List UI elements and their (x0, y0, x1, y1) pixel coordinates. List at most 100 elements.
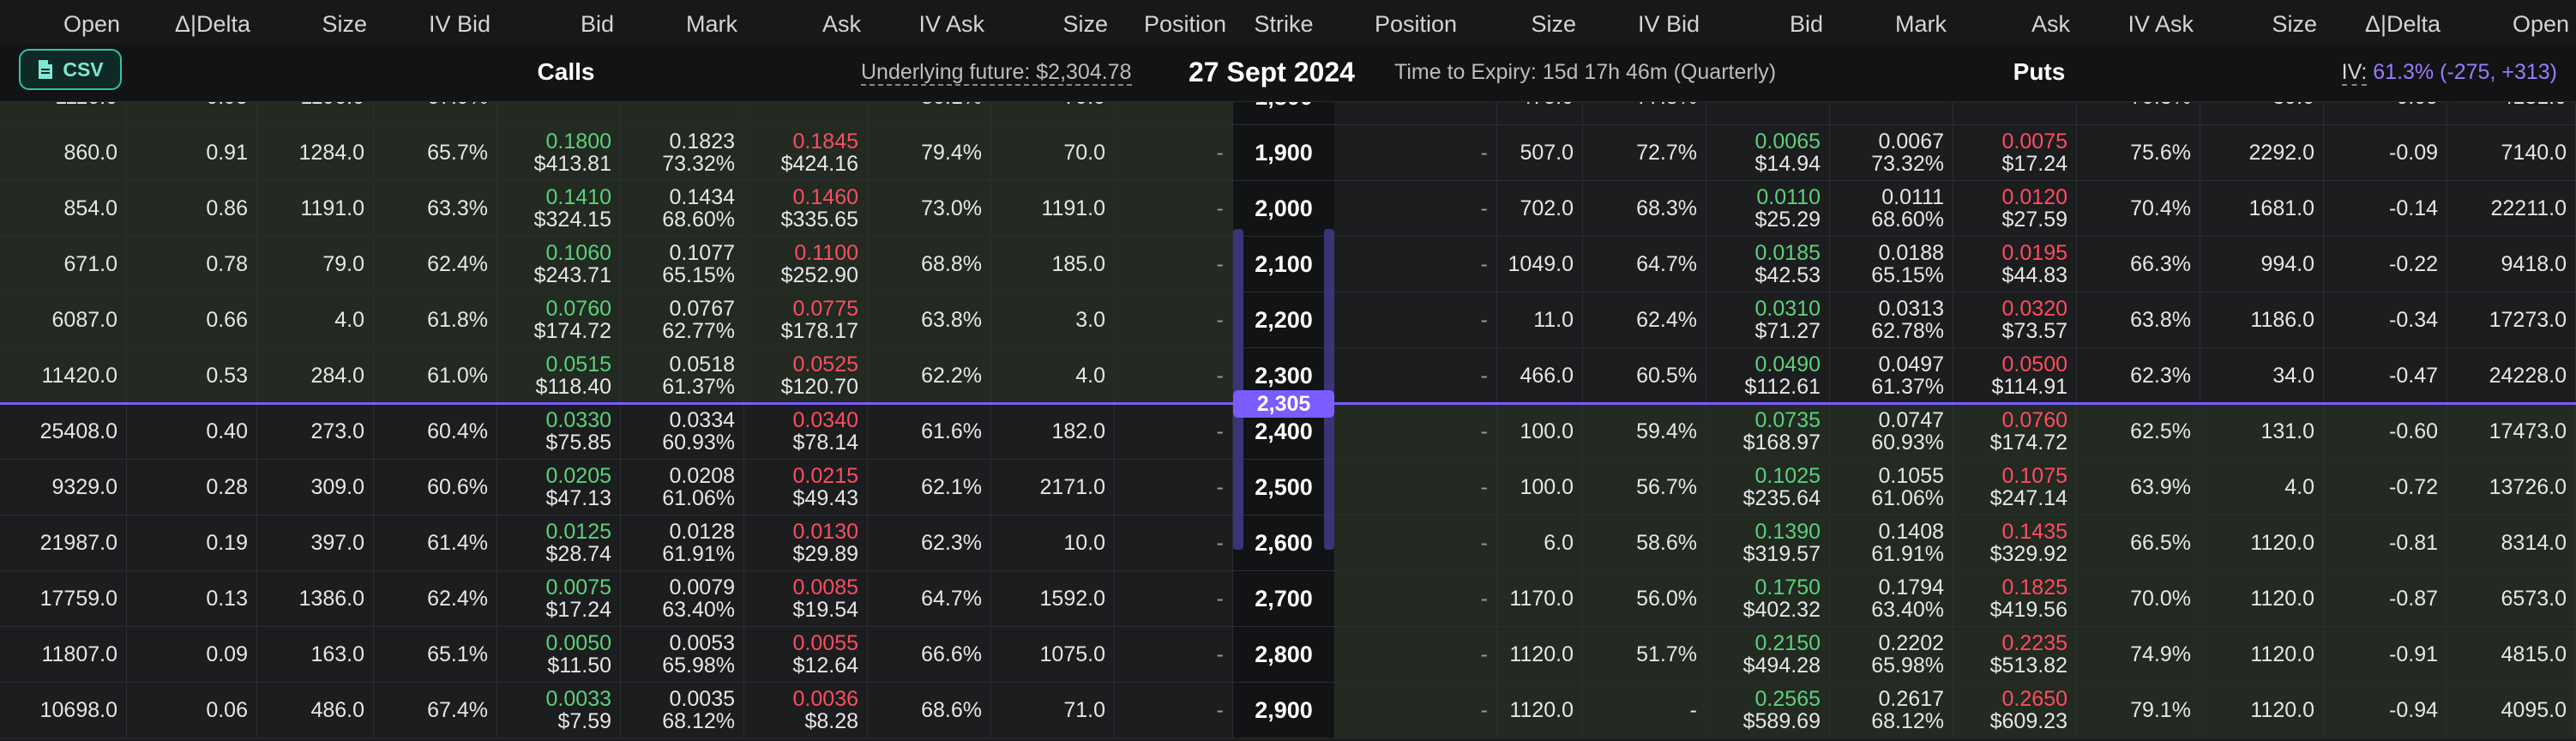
calls-iv-bid-cell: 61.0% (374, 348, 497, 403)
col-bid-calls[interactable]: Bid (497, 0, 621, 45)
table-row[interactable]: 860.0 0.91 1284.0 65.7% 0.1800 $413.81 0.1823 7… (0, 125, 2576, 181)
calls-bid-price: 0.0125 (545, 520, 611, 544)
col-delta-calls[interactable]: Δ|Delta (127, 0, 257, 45)
puts-ask-cell[interactable]: 0.1075 $247.14 (1953, 460, 2077, 515)
calls-ask-cell[interactable]: 0.1845 $424.16 (744, 125, 868, 180)
calls-mark-secondary: 65.15% (662, 263, 735, 287)
calls-bid-cell[interactable]: 0.0125 $28.74 (497, 515, 621, 570)
puts-bid-cell[interactable]: 0.0185 $42.53 (1706, 237, 1830, 292)
calls-ask-cell[interactable]: 0.0525 $120.70 (744, 348, 868, 403)
puts-ask-cell[interactable]: 0.2650 $609.23 (1953, 683, 2077, 738)
calls-ask-secondary: $29.89 (792, 542, 858, 566)
calls-ask-cell[interactable]: 0.1460 $335.65 (744, 181, 868, 236)
puts-bid-cell[interactable]: 0.0110 $25.29 (1706, 181, 1830, 236)
col-mark-puts[interactable]: Mark (1830, 0, 1953, 45)
calls-side: 860.0 0.91 1284.0 65.7% 0.1800 $413.81 0.1823 7… (0, 125, 1233, 180)
iv-summary[interactable]: IV: 61.3% (-275, +313) (2341, 45, 2557, 101)
col-strike[interactable]: Strike (1233, 0, 1334, 45)
table-row[interactable]: 9329.0 0.28 309.0 60.6% 0.0205 $47.13 0.0208 61… (0, 460, 2576, 515)
calls-ask-cell[interactable]: 0.0130 $29.89 (744, 515, 868, 570)
puts-ask-secondary: $419.56 (1989, 598, 2067, 622)
puts-bid-cell[interactable]: 0.1390 $319.57 (1706, 515, 1830, 570)
puts-bid-cell[interactable]: $8.97 (1706, 102, 1830, 124)
underlying-price[interactable]: Underlying future: $2,304.78 (861, 45, 1132, 101)
col-open-puts[interactable]: Open (2447, 0, 2576, 45)
puts-iv-ask-cell: 63.8% (2077, 292, 2200, 347)
calls-position-cell: - (1115, 348, 1233, 403)
col-open-calls[interactable]: Open (0, 0, 127, 45)
col-size-calls[interactable]: Size (257, 0, 374, 45)
calls-size2-cell: 79.0 (991, 102, 1115, 124)
calls-ask-cell[interactable]: 0.0085 $19.54 (744, 571, 868, 626)
puts-ask-cell[interactable]: 0.1435 $329.92 (1953, 515, 2077, 570)
calls-ask-cell[interactable]: 0.0215 $49.43 (744, 460, 868, 515)
puts-bid-cell[interactable]: 0.0735 $168.97 (1706, 404, 1830, 459)
puts-side: -1120.0-0.2565 $589.69 0.2617 68.12% 0.2650 $… (1334, 683, 2576, 738)
calls-ask-cell[interactable]: 0.0775 $178.17 (744, 292, 868, 347)
col-mark-calls[interactable]: Mark (621, 0, 744, 45)
col-position-calls[interactable]: Position (1115, 0, 1233, 45)
puts-ask-cell[interactable]: $9.89 (1953, 102, 2077, 124)
table-row[interactable]: 1110.00.951190.067.9%$508.0778.48%$517.2… (0, 102, 2576, 125)
puts-bid-cell[interactable]: 0.0310 $71.27 (1706, 292, 1830, 347)
puts-ask-cell[interactable]: 0.1825 $419.56 (1953, 571, 2077, 626)
table-row[interactable]: 671.0 0.78 79.0 62.4% 0.1060 $243.71 0.1077 65.… (0, 237, 2576, 292)
table-row[interactable]: 6087.0 0.66 4.0 61.8% 0.0760 $174.72 0.0767 62.… (0, 292, 2576, 348)
puts-ask-cell[interactable]: 0.0320 $73.57 (1953, 292, 2077, 347)
col-ask-calls[interactable]: Ask (744, 0, 868, 45)
calls-bid-cell[interactable]: 0.0050 $11.50 (497, 627, 621, 682)
table-row[interactable]: 21987.0 0.19 397.0 61.4% 0.0125 $28.74 0.0128 6… (0, 515, 2576, 571)
calls-bid-cell[interactable]: 0.0205 $47.13 (497, 460, 621, 515)
puts-ask-cell[interactable]: 0.0500 $114.91 (1953, 348, 2077, 403)
puts-bid-cell[interactable]: 0.1025 $235.64 (1706, 460, 1830, 515)
puts-bid-cell[interactable]: 0.1750 $402.32 (1706, 571, 1830, 626)
puts-bid-cell[interactable]: 0.2150 $494.28 (1706, 627, 1830, 682)
calls-bid-cell[interactable]: 0.0330 $75.85 (497, 404, 621, 459)
puts-ask-cell[interactable]: 0.2235 $513.82 (1953, 627, 2077, 682)
calls-bid-cell[interactable]: 0.0760 $174.72 (497, 292, 621, 347)
calls-bid-cell[interactable]: 0.0033 $7.59 (497, 683, 621, 738)
puts-ask-cell[interactable]: 0.0760 $174.72 (1953, 404, 2077, 459)
table-row[interactable]: 10698.0 0.06 486.0 67.4% 0.0033 $7.59 0.0035 68… (0, 683, 2576, 738)
calls-bid-cell[interactable]: 0.0515 $118.40 (497, 348, 621, 403)
table-row[interactable]: 854.0 0.86 1191.0 63.3% 0.1410 $324.15 0.1434 6… (0, 181, 2576, 237)
table-row[interactable]: 11807.0 0.09 163.0 65.1% 0.0050 $11.50 0.0053 6… (0, 627, 2576, 683)
calls-bid-cell[interactable]: 0.1800 $413.81 (497, 125, 621, 180)
calls-bid-cell[interactable]: 0.0075 $17.24 (497, 571, 621, 626)
puts-bid-cell[interactable]: 0.0490 $112.61 (1706, 348, 1830, 403)
col-ask-puts[interactable]: Ask (1953, 0, 2077, 45)
puts-mark-secondary: 61.91% (1871, 542, 1944, 566)
col-delta-puts[interactable]: Δ|Delta (2324, 0, 2447, 45)
puts-ask-cell[interactable]: 0.0120 $27.59 (1953, 181, 2077, 236)
calls-ask-cell[interactable]: 0.0055 $12.64 (744, 627, 868, 682)
puts-bid-cell[interactable]: 0.0065 $14.94 (1706, 125, 1830, 180)
col-size2-puts[interactable]: Size (2200, 0, 2324, 45)
calls-bid-cell[interactable]: $508.07 (497, 102, 621, 124)
puts-size-cell: 1120.0 (1497, 683, 1583, 738)
col-bid-puts[interactable]: Bid (1706, 0, 1830, 45)
calls-bid-cell[interactable]: 0.1060 $243.71 (497, 237, 621, 292)
puts-ask-cell[interactable]: 0.0195 $44.83 (1953, 237, 2077, 292)
calls-ask-cell[interactable]: 0.0036 $8.28 (744, 683, 868, 738)
calls-ask-cell[interactable]: $517.26 (744, 102, 868, 124)
col-ivask-puts[interactable]: IV Ask (2077, 0, 2200, 45)
col-size2-calls[interactable]: Size (991, 0, 1115, 45)
puts-mark-price: 0.2617 (1878, 687, 1944, 711)
puts-iv-ask-cell: 66.5% (2077, 515, 2200, 570)
puts-size2-cell: 1120.0 (2200, 515, 2324, 570)
calls-ask-cell[interactable]: 0.0340 $78.14 (744, 404, 868, 459)
calls-bid-cell[interactable]: 0.1410 $324.15 (497, 181, 621, 236)
col-ivask-calls[interactable]: IV Ask (868, 0, 991, 45)
col-size-puts[interactable]: Size (1497, 0, 1583, 45)
col-position-puts[interactable]: Position (1334, 0, 1497, 45)
strike-cell: 2,600 (1233, 515, 1334, 570)
puts-bid-cell[interactable]: 0.2565 $589.69 (1706, 683, 1830, 738)
col-ivbid-puts[interactable]: IV Bid (1583, 0, 1706, 45)
calls-delta-cell: 0.28 (127, 460, 257, 515)
calls-ask-cell[interactable]: 0.1100 $252.90 (744, 237, 868, 292)
col-ivbid-calls[interactable]: IV Bid (374, 0, 497, 45)
calls-side: 25408.0 0.40 273.0 60.4% 0.0330 $75.85 0.0334 6… (0, 404, 1233, 459)
csv-export-button[interactable]: CSV (19, 49, 122, 90)
table-row[interactable]: 17759.0 0.13 1386.0 62.4% 0.0075 $17.24 0.0079… (0, 571, 2576, 627)
puts-ask-cell[interactable]: 0.0075 $17.24 (1953, 125, 2077, 180)
